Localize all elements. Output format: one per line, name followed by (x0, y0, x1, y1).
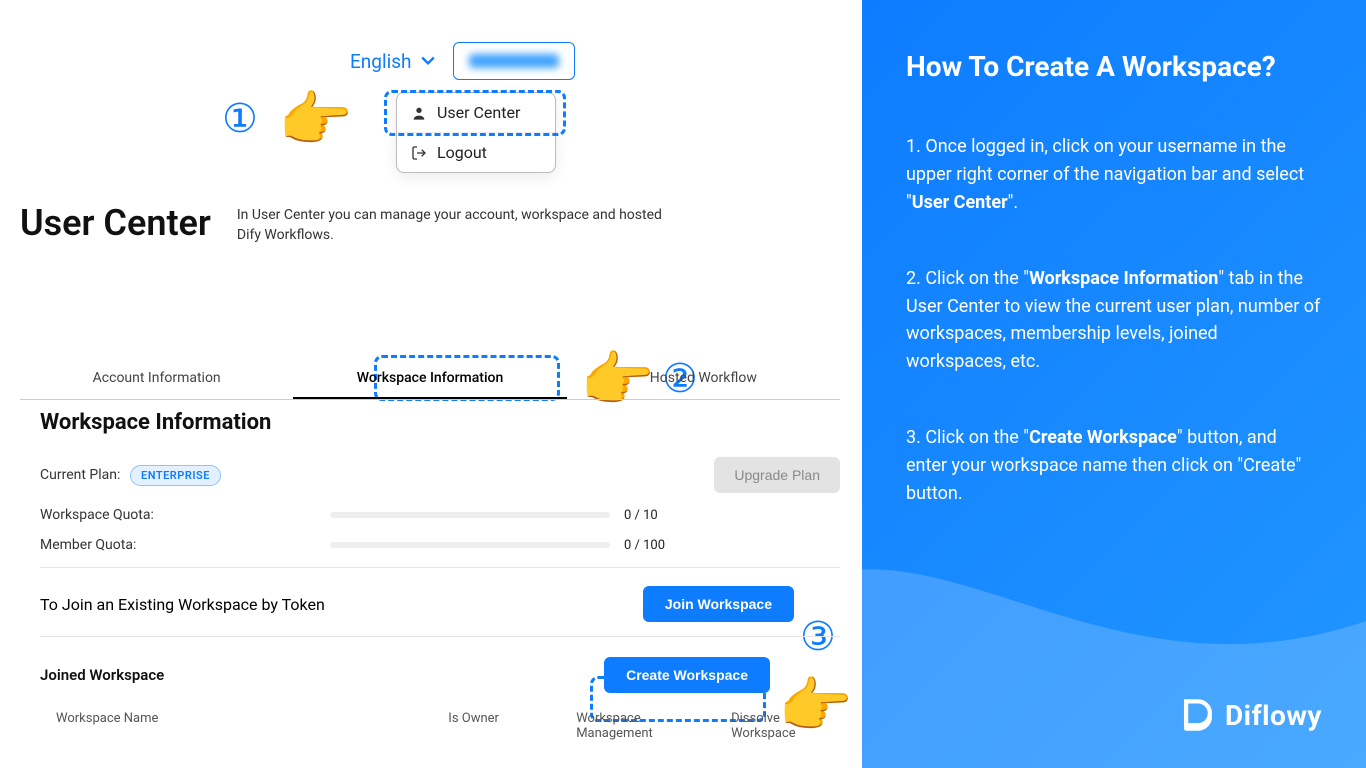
member-quota-label: Member Quota: (40, 537, 330, 553)
menu-item-label: Logout (437, 143, 487, 162)
menu-item-label: User Center (437, 103, 520, 122)
guide-step-3: 3. Click on the "Create Workspace" butto… (906, 424, 1322, 508)
upgrade-plan-button[interactable]: Upgrade Plan (714, 457, 840, 493)
chevron-down-icon (421, 54, 435, 68)
workspace-quota-label: Workspace Quota: (40, 507, 330, 523)
guide-step-2: 2. Click on the "Workspace Information" … (906, 265, 1322, 377)
tab-workspace-information[interactable]: Workspace Information (293, 370, 566, 399)
col-workspace-management: Workspace Management (566, 705, 721, 747)
member-quota-value: 0 / 100 (624, 538, 665, 553)
user-icon (411, 105, 427, 121)
section-title: Workspace Information (40, 410, 840, 435)
joined-workspace-title: Joined Workspace (40, 666, 164, 684)
pointer-hand-icon: 👉 (278, 84, 353, 155)
tab-account-information[interactable]: Account Information (20, 370, 293, 399)
divider (40, 567, 840, 568)
guide-title: How To Create A Workspace? (906, 50, 1322, 83)
logo-text: Diflowy (1225, 699, 1322, 732)
annotation-number-1: ① (222, 96, 258, 142)
user-dropdown-menu: User Center Logout (396, 92, 556, 173)
page-title: User Center (20, 202, 211, 244)
col-dissolve-workspace: Dissolve Workspace (721, 705, 840, 747)
language-selector[interactable]: English (350, 50, 435, 73)
logout-icon (411, 145, 427, 161)
page-description: In User Center you can manage your accou… (237, 206, 667, 245)
tab-hosted-workflow[interactable]: Hosted Workflow (567, 370, 840, 399)
create-workspace-button[interactable]: Create Workspace (604, 657, 770, 693)
brand-logo: Diflowy (1181, 698, 1322, 732)
join-workspace-button[interactable]: Join Workspace (643, 586, 794, 622)
menu-item-logout[interactable]: Logout (397, 132, 555, 172)
col-is-owner: Is Owner (438, 705, 566, 747)
user-account-chip[interactable] (453, 42, 575, 80)
workspace-quota-bar (330, 512, 610, 518)
language-label: English (350, 50, 411, 73)
tabs-container: Account Information Workspace Informatio… (20, 370, 840, 400)
member-quota-bar (330, 542, 610, 548)
workspace-table-header: Workspace Name Is Owner Workspace Manage… (40, 705, 840, 747)
divider (40, 636, 840, 637)
menu-item-user-center[interactable]: User Center (397, 93, 555, 132)
plan-badge: ENTERPRISE (130, 465, 221, 486)
workspace-quota-value: 0 / 10 (624, 508, 658, 523)
username-blurred (469, 54, 559, 68)
logo-icon (1181, 698, 1215, 732)
join-workspace-label: To Join an Existing Workspace by Token (40, 595, 325, 614)
guide-step-1: 1. Once logged in, click on your usernam… (906, 133, 1322, 217)
col-workspace-name: Workspace Name (40, 705, 438, 747)
current-plan-label: Current Plan: (40, 467, 130, 483)
